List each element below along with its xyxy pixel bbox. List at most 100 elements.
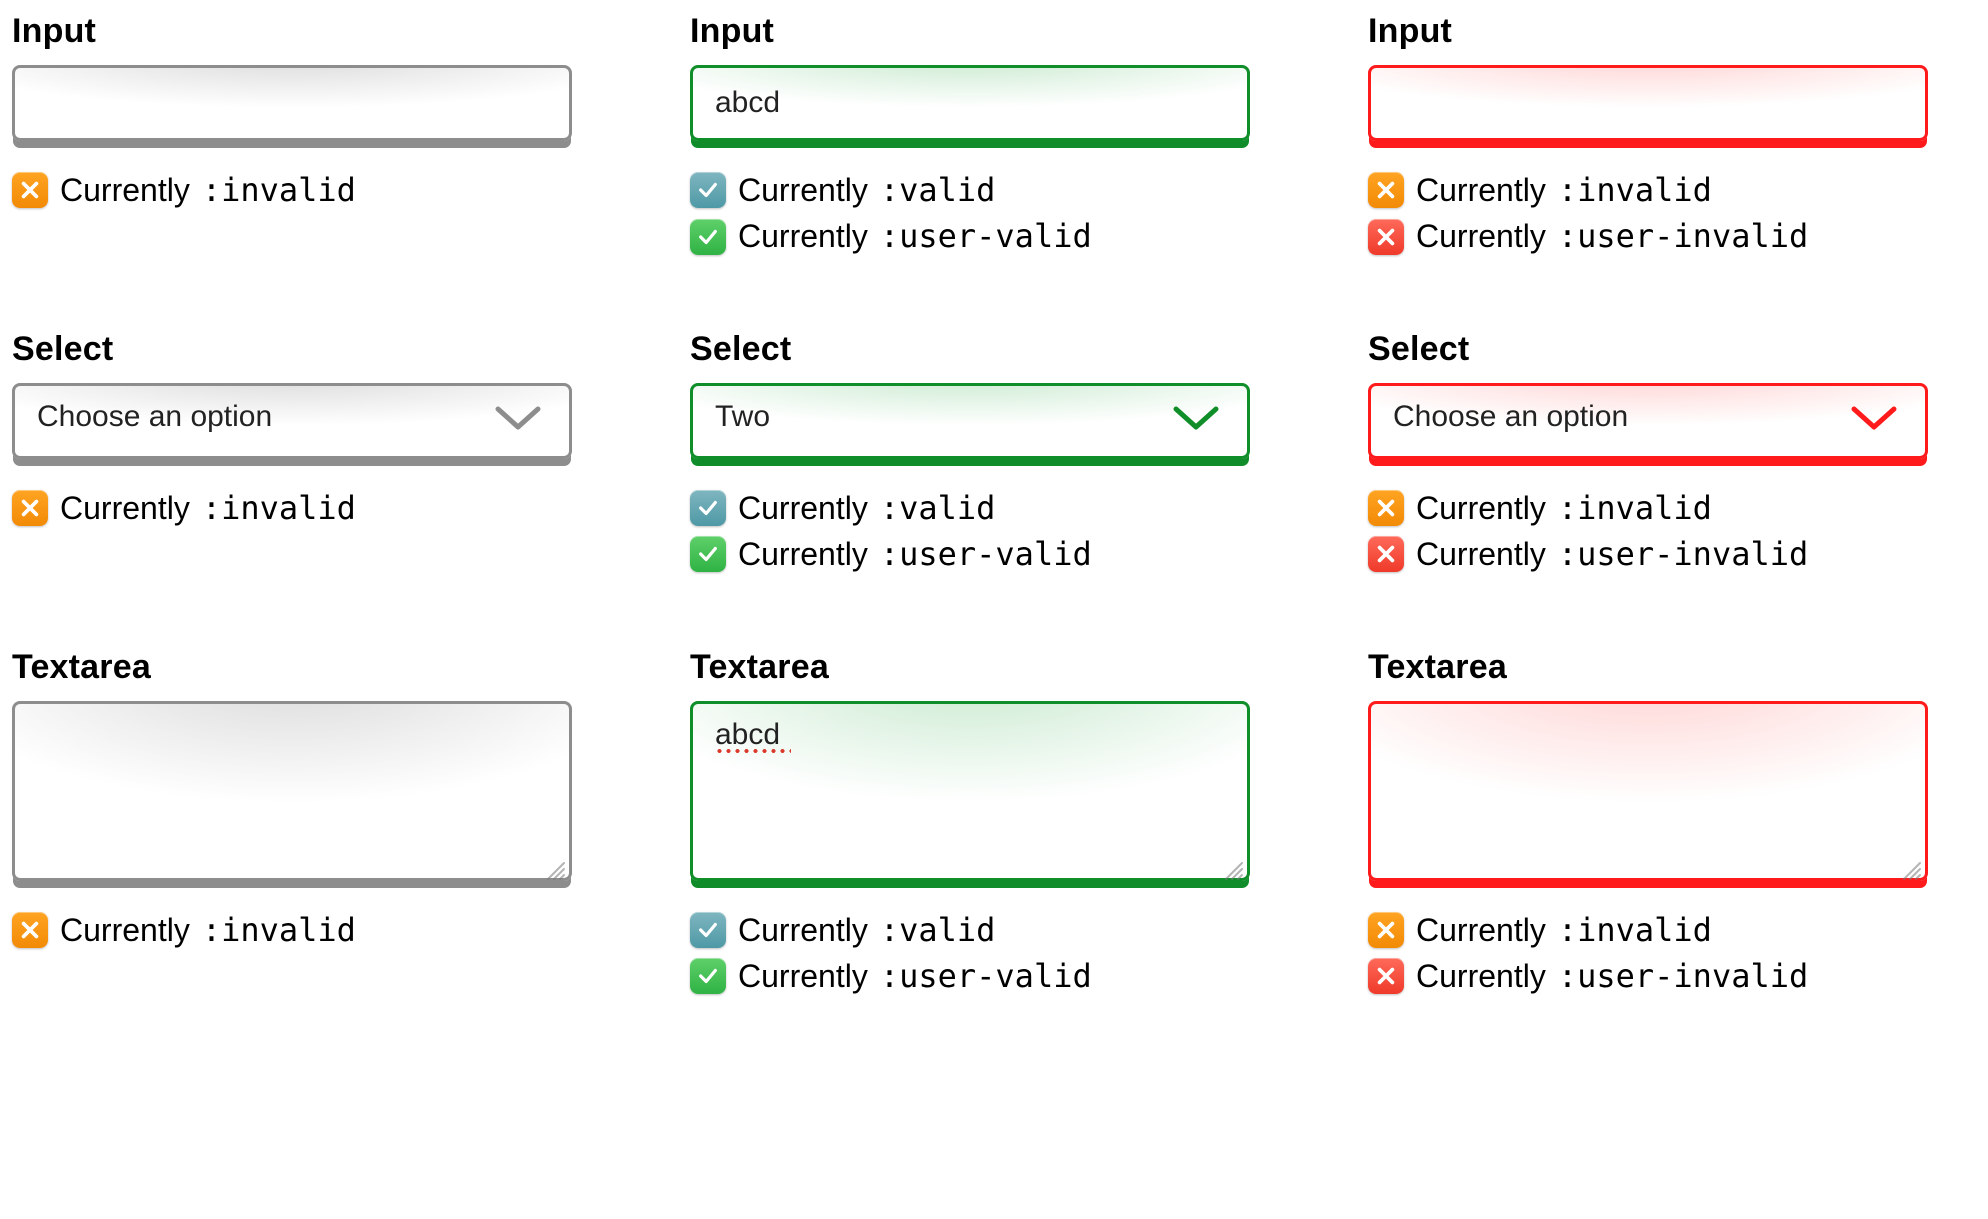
status-invalid: Currently :invalid	[1368, 485, 1976, 531]
status-prefix: Currently	[1416, 907, 1546, 953]
select-wrap: Choose an option	[1368, 383, 1928, 459]
status-group: Currently :invalid Currently :user-inval…	[1368, 907, 1976, 1000]
status-invalid: Currently :invalid	[12, 485, 620, 531]
status-user-invalid: Currently :user-invalid	[1368, 953, 1976, 999]
status-prefix: Currently	[1416, 953, 1546, 999]
cell-select-user-invalid: Select Choose an option Currently :inval…	[1368, 330, 1976, 578]
status-prefix: Currently	[60, 485, 190, 531]
cross-icon	[12, 172, 48, 208]
status-group: Currently :valid Currently :user-valid	[690, 907, 1298, 1000]
cell-select-valid: Select Two Currently :valid Currently :u…	[690, 330, 1298, 578]
status-invalid: Currently :invalid	[1368, 167, 1976, 213]
select-valid[interactable]: Two	[690, 383, 1250, 459]
status-prefix: Currently	[738, 167, 868, 213]
pseudo-valid: :valid	[880, 907, 996, 953]
textarea-default[interactable]	[12, 701, 572, 881]
text-input-default[interactable]	[12, 65, 572, 141]
check-icon	[690, 958, 726, 994]
status-prefix: Currently	[738, 531, 868, 577]
label-input: Input	[690, 12, 1298, 51]
pseudo-user-invalid: :user-invalid	[1558, 213, 1808, 259]
demo-grid: Input Currently :invalid Input Currently…	[12, 12, 1976, 999]
cross-icon	[1368, 536, 1404, 572]
check-icon	[690, 172, 726, 208]
status-group: Currently :invalid	[12, 485, 620, 531]
status-user-invalid: Currently :user-invalid	[1368, 213, 1976, 259]
text-input-user-invalid[interactable]	[1368, 65, 1928, 141]
select-user-invalid[interactable]: Choose an option	[1368, 383, 1928, 459]
check-icon	[690, 490, 726, 526]
status-user-valid: Currently :user-valid	[690, 531, 1298, 577]
status-valid: Currently :valid	[690, 907, 1298, 953]
status-invalid: Currently :invalid	[12, 167, 620, 213]
status-invalid: Currently :invalid	[1368, 907, 1976, 953]
status-group: Currently :invalid	[12, 907, 620, 953]
check-icon	[690, 536, 726, 572]
label-select: Select	[12, 330, 620, 369]
cell-textarea-user-invalid: Textarea Currently :invalid Currently :u…	[1368, 648, 1976, 1000]
status-prefix: Currently	[1416, 167, 1546, 213]
cell-input-valid: Input Currently :valid Currently :user-v…	[690, 12, 1298, 260]
status-prefix: Currently	[738, 213, 868, 259]
status-user-valid: Currently :user-valid	[690, 953, 1298, 999]
label-textarea: Textarea	[12, 648, 620, 687]
cell-input-default: Input Currently :invalid	[12, 12, 620, 260]
cross-icon	[1368, 490, 1404, 526]
pseudo-invalid: :invalid	[1558, 485, 1712, 531]
pseudo-user-valid: :user-valid	[880, 953, 1092, 999]
status-group: Currently :valid Currently :user-valid	[690, 167, 1298, 260]
pseudo-valid: :valid	[880, 167, 996, 213]
pseudo-invalid: :invalid	[202, 167, 356, 213]
check-icon	[690, 219, 726, 255]
textarea-user-invalid[interactable]	[1368, 701, 1928, 881]
cross-icon	[1368, 912, 1404, 948]
status-prefix: Currently	[1416, 485, 1546, 531]
cross-icon	[1368, 172, 1404, 208]
label-input: Input	[12, 12, 620, 51]
select-wrap: Choose an option	[12, 383, 572, 459]
pseudo-invalid: :invalid	[1558, 167, 1712, 213]
pseudo-invalid: :invalid	[202, 907, 356, 953]
cross-icon	[1368, 958, 1404, 994]
cross-icon	[12, 912, 48, 948]
label-textarea: Textarea	[690, 648, 1298, 687]
textarea-wrap	[1368, 701, 1928, 881]
status-group: Currently :invalid Currently :user-inval…	[1368, 485, 1976, 578]
status-group: Currently :invalid	[12, 167, 620, 213]
cross-icon	[1368, 219, 1404, 255]
cell-select-default: Select Choose an option Currently :inval…	[12, 330, 620, 578]
cross-icon	[12, 490, 48, 526]
pseudo-user-invalid: :user-invalid	[1558, 953, 1808, 999]
pseudo-user-invalid: :user-invalid	[1558, 531, 1808, 577]
pseudo-invalid: :invalid	[202, 485, 356, 531]
cell-textarea-valid: Textarea Currently :valid Currently :	[690, 648, 1298, 1000]
label-textarea: Textarea	[1368, 648, 1976, 687]
cell-textarea-default: Textarea Currently :invalid	[12, 648, 620, 1000]
pseudo-invalid: :invalid	[1558, 907, 1712, 953]
status-group: Currently :valid Currently :user-valid	[690, 485, 1298, 578]
status-prefix: Currently	[60, 167, 190, 213]
pseudo-user-valid: :user-valid	[880, 531, 1092, 577]
status-user-valid: Currently :user-valid	[690, 213, 1298, 259]
textarea-wrap	[690, 701, 1250, 881]
status-prefix: Currently	[60, 907, 190, 953]
status-prefix: Currently	[738, 485, 868, 531]
cell-input-user-invalid: Input Currently :invalid Currently :user…	[1368, 12, 1976, 260]
textarea-wrap	[12, 701, 572, 881]
select-default[interactable]: Choose an option	[12, 383, 572, 459]
status-prefix: Currently	[1416, 213, 1546, 259]
status-valid: Currently :valid	[690, 485, 1298, 531]
status-prefix: Currently	[1416, 531, 1546, 577]
check-icon	[690, 912, 726, 948]
pseudo-valid: :valid	[880, 485, 996, 531]
status-valid: Currently :valid	[690, 167, 1298, 213]
pseudo-user-valid: :user-valid	[880, 213, 1092, 259]
status-prefix: Currently	[738, 907, 868, 953]
label-select: Select	[1368, 330, 1976, 369]
status-invalid: Currently :invalid	[12, 907, 620, 953]
text-input-valid[interactable]	[690, 65, 1250, 141]
textarea-valid[interactable]	[690, 701, 1250, 881]
label-input: Input	[1368, 12, 1976, 51]
status-user-invalid: Currently :user-invalid	[1368, 531, 1976, 577]
status-prefix: Currently	[738, 953, 868, 999]
